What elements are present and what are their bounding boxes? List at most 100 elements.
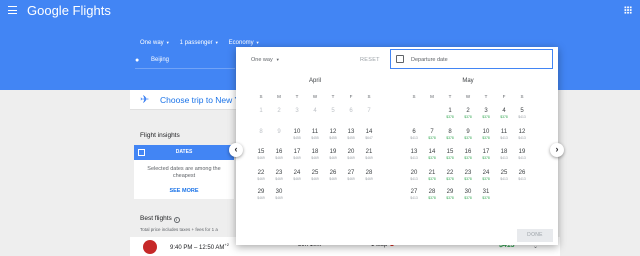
day-number: 28 xyxy=(365,170,373,176)
day-price: $378 xyxy=(464,115,472,119)
previous-month-button[interactable]: ‹ xyxy=(229,143,243,157)
picker-trip-type-select[interactable]: One way ▼ xyxy=(251,56,280,64)
calendar-day-may-25[interactable]: 25 $413 xyxy=(496,169,512,188)
calendar-day-april-27[interactable]: 27 $469 xyxy=(343,169,359,188)
day-price: $469 xyxy=(293,156,301,160)
see-more-link[interactable]: SEE MORE xyxy=(134,188,234,194)
calendar-day-april-19[interactable]: 19 $469 xyxy=(325,148,341,167)
date-picker-dialog: One way▼ RESET DONE AprilSMTWTFS12345678… xyxy=(236,47,558,245)
day-price: $469 xyxy=(347,177,355,181)
day-price: $469 xyxy=(311,177,319,181)
calendar-day-april-23[interactable]: 23 $469 xyxy=(271,169,287,188)
calendar-day-april-28[interactable]: 28 $469 xyxy=(361,169,377,188)
day-price: $378 xyxy=(428,156,436,160)
calendar-day-april-18[interactable]: 18 $469 xyxy=(307,148,323,167)
tab-dates[interactable]: DATES xyxy=(134,145,234,160)
apps-grid-icon[interactable] xyxy=(624,6,632,14)
flight-insights-card: DATES Selected dates are among the cheap… xyxy=(134,145,234,199)
calendar-day-may-2[interactable]: 2 $378 xyxy=(460,107,476,126)
calendar-day-april-14[interactable]: 14 $647 xyxy=(361,128,377,147)
calendar-day-april-13[interactable]: 13 $455 xyxy=(343,128,359,147)
calendar-day-may-15[interactable]: 15 $378 xyxy=(442,148,458,167)
month-title-may: May xyxy=(462,78,474,84)
day-number: 29 xyxy=(257,189,265,195)
day-price: $378 xyxy=(464,136,472,140)
calendar-day-april-16[interactable]: 16 $469 xyxy=(271,148,287,167)
calendar-day-april-24[interactable]: 24 $469 xyxy=(289,169,305,188)
next-month-button[interactable]: › xyxy=(550,143,564,157)
calendar-day-april-30[interactable]: 30 $469 xyxy=(271,188,287,207)
reset-button[interactable]: RESET xyxy=(360,56,380,64)
calendar-day-april-12[interactable]: 12 $455 xyxy=(325,128,341,147)
day-number: 26 xyxy=(329,170,337,176)
day-price: $469 xyxy=(257,177,265,181)
calendar-day-may-1[interactable]: 1 $378 xyxy=(442,107,458,126)
calendar-day-april-21[interactable]: 21 $469 xyxy=(361,148,377,167)
calendar-day-may-22[interactable]: 22 $378 xyxy=(442,169,458,188)
calendar-day-may-11[interactable]: 11 $413 xyxy=(496,128,512,147)
calendar-day-may-20[interactable]: 20 $413 xyxy=(406,169,422,188)
calendar-day-april-7: 7 xyxy=(361,107,377,126)
done-button[interactable]: DONE xyxy=(517,229,553,242)
day-number: 13 xyxy=(410,149,418,155)
calendar-day-may-17[interactable]: 17 $378 xyxy=(478,148,494,167)
calendar-day-may-16[interactable]: 16 $378 xyxy=(460,148,476,167)
day-price: $469 xyxy=(293,177,301,181)
calendar-day-april-15[interactable]: 15 $469 xyxy=(253,148,269,167)
calendar-day-may-18[interactable]: 18 $413 xyxy=(496,148,512,167)
calendar-day-may-9[interactable]: 9 $378 xyxy=(460,128,476,147)
departure-date-field[interactable] xyxy=(390,49,553,69)
day-price: $378 xyxy=(446,115,454,119)
weekday-label: S xyxy=(259,94,263,99)
calendar-day-may-26[interactable]: 26 $413 xyxy=(514,169,530,188)
calendar-day-may-10[interactable]: 10 $378 xyxy=(478,128,494,147)
calendar-day-april-17[interactable]: 17 $469 xyxy=(289,148,305,167)
day-number: 25 xyxy=(311,170,319,176)
calendar-day-may-5[interactable]: 5 $413 xyxy=(514,107,530,126)
calendar-day-may-28[interactable]: 28 $378 xyxy=(424,188,440,207)
passenger-select[interactable]: 1 passenger ▼ xyxy=(180,38,219,48)
day-number: 10 xyxy=(293,129,301,135)
calendar-day-may-8[interactable]: 8 $378 xyxy=(442,128,458,147)
calendar-day-may-31[interactable]: 31 $378 xyxy=(478,188,494,207)
calendar-day-may-4[interactable]: 4 $378 xyxy=(496,107,512,126)
info-icon[interactable]: i xyxy=(173,217,180,223)
departure-date-input[interactable] xyxy=(411,54,549,65)
calendar-day-may-27[interactable]: 27 $413 xyxy=(406,188,422,207)
calendar-day-may-14[interactable]: 14 $378 xyxy=(424,148,440,167)
day-price: $413 xyxy=(500,156,508,160)
weekday-label: W xyxy=(465,94,471,99)
day-number: 10 xyxy=(482,129,490,135)
calendar-day-may-24[interactable]: 24 $378 xyxy=(478,169,494,188)
app-title[interactable]: Google Flights xyxy=(27,2,111,19)
hamburger-menu-icon[interactable] xyxy=(8,6,17,14)
calendar-day-april-11[interactable]: 11 $455 xyxy=(307,128,323,147)
day-price: $378 xyxy=(428,196,436,200)
chevron-down-icon: ▼ xyxy=(165,40,170,45)
calendar-day-may-30[interactable]: 30 $378 xyxy=(460,188,476,207)
calendar-day-april-29[interactable]: 29 $469 xyxy=(253,188,269,207)
calendar-day-may-23[interactable]: 23 $378 xyxy=(460,169,476,188)
calendar-day-may-3[interactable]: 3 $378 xyxy=(478,107,494,126)
airplane-icon: ✈ xyxy=(140,94,150,106)
passenger-label: 1 passenger xyxy=(179,40,213,46)
choose-trip-card[interactable]: ✈ Choose trip to New Y xyxy=(130,90,240,110)
calendar-day-april-22[interactable]: 22 $469 xyxy=(253,169,269,188)
calendar-day-april-25[interactable]: 25 $469 xyxy=(307,169,323,188)
trip-type-select[interactable]: One way ▼ xyxy=(140,38,170,48)
calendar-day-may-29[interactable]: 29 $378 xyxy=(442,188,458,207)
day-price: $378 xyxy=(482,136,490,140)
day-price: $378 xyxy=(446,177,454,181)
flight-insights-title: Flight insights xyxy=(140,132,180,139)
calendar-day-may-21[interactable]: 21 $378 xyxy=(424,169,440,188)
calendar-day-may-13[interactable]: 13 $413 xyxy=(406,148,422,167)
calendar-day-april-10[interactable]: 10 $455 xyxy=(289,128,305,147)
calendar-day-may-12[interactable]: 12 $413 xyxy=(514,128,530,147)
calendar-day-may-6[interactable]: 6 $413 xyxy=(406,128,422,147)
calendar-day-april-26[interactable]: 26 $469 xyxy=(325,169,341,188)
origin-field[interactable]: ● Beijing xyxy=(135,52,235,69)
calendar-day-april-20[interactable]: 20 $469 xyxy=(343,148,359,167)
day-price: $413 xyxy=(518,115,526,119)
calendar-day-may-7[interactable]: 7 $378 xyxy=(424,128,440,147)
calendar-day-may-19[interactable]: 19 $413 xyxy=(514,148,530,167)
